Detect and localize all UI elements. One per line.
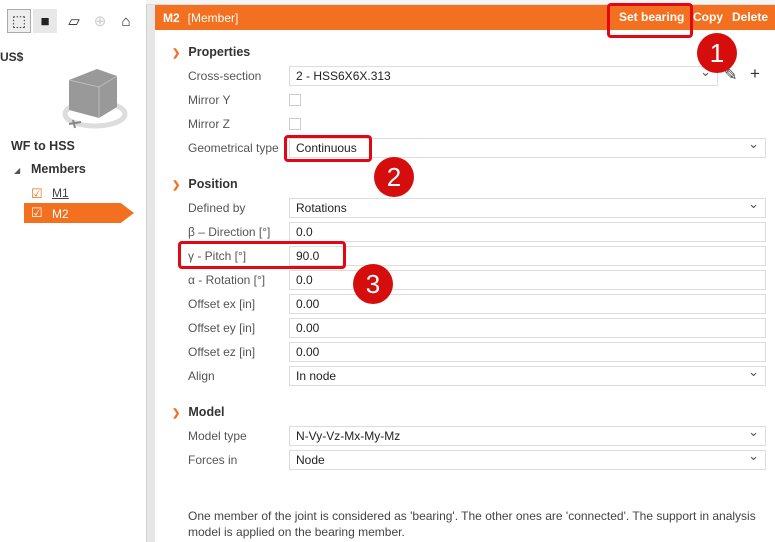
tree-item-m1[interactable]: M1 — [52, 186, 69, 200]
model-type-select[interactable]: N-Vy-Vz-Mx-My-Mz — [289, 424, 766, 446]
view-cube-icon[interactable] — [55, 62, 135, 132]
wireframe-view-icon[interactable]: ⬚ — [7, 9, 31, 33]
beta-input[interactable]: 0.0 — [289, 222, 766, 242]
annotation-badge-2: 2 — [374, 157, 414, 197]
gamma-input[interactable]: 90.0 — [289, 246, 766, 266]
collapse-icon[interactable]: ◢ — [14, 166, 20, 175]
cross-section-select[interactable]: 2 - HSS6X6X.313 — [289, 64, 718, 86]
model-type-label: Model type — [188, 429, 247, 443]
tree-group-members[interactable]: Members — [31, 162, 86, 176]
section-model[interactable]: ❯ Model — [172, 405, 225, 419]
section-properties[interactable]: ❯ Properties — [172, 45, 250, 59]
mirror-z-label: Mirror Z — [188, 117, 230, 131]
delete-button[interactable]: Delete — [732, 5, 768, 30]
defined-by-label: Defined by — [188, 201, 246, 215]
member-view-icon[interactable]: ▱ — [62, 9, 86, 33]
align-select[interactable]: In node — [289, 364, 766, 386]
mirror-y-checkbox[interactable] — [289, 94, 301, 106]
solid-view-icon[interactable]: ■ — [33, 9, 57, 33]
offset-ez-input[interactable]: 0.00 — [289, 342, 766, 362]
axis-rotate-icon[interactable]: ⊕ — [88, 9, 112, 33]
left-panel: ▏ ⬚ ■ ▱ ⊕ ⌂ US$ WF to HSS ◢ Members ☑ M1… — [0, 0, 146, 542]
chevron-down-icon: ❯ — [172, 180, 181, 191]
section-position[interactable]: ❯ Position — [172, 177, 238, 191]
member-title: M2 — [163, 10, 180, 25]
alpha-label: α - Rotation [°] — [188, 273, 266, 287]
annotation-badge-3: 3 — [353, 264, 393, 304]
copy-button[interactable]: Copy — [693, 5, 723, 30]
checkbox-icon[interactable]: ☑ — [31, 186, 43, 202]
forces-in-label: Forces in — [188, 453, 238, 467]
beta-label: β – Direction [°] — [188, 225, 271, 239]
chevron-down-icon: ❯ — [172, 48, 181, 59]
home-icon[interactable]: ⌂ — [114, 9, 138, 33]
annotation-box-set-bearing — [607, 3, 693, 38]
offset-ex-label: Offset ex [in] — [188, 297, 256, 311]
annotation-badge-1: 1 — [697, 33, 737, 73]
annotation-box-geom-type — [284, 135, 372, 162]
panel-splitter[interactable] — [146, 5, 155, 542]
align-label: Align — [188, 369, 215, 383]
project-title: US$ — [0, 50, 24, 64]
geom-type-label: Geometrical type — [188, 141, 279, 155]
cross-section-label: Cross-section — [188, 69, 262, 83]
offset-ez-label: Offset ez [in] — [188, 345, 256, 359]
tree-item-m2[interactable]: M2 — [52, 207, 69, 221]
offset-ey-label: Offset ey [in] — [188, 321, 256, 335]
add-plus-icon[interactable]: + — [750, 64, 760, 84]
annotation-box-pitch — [178, 241, 346, 269]
forces-in-select[interactable]: Node — [289, 448, 766, 470]
checkbox-icon[interactable]: ☑ — [31, 205, 43, 221]
bearing-note: One member of the joint is considered as… — [188, 509, 756, 539]
member-subtitle: [Member] — [187, 10, 239, 25]
tree-root[interactable]: WF to HSS — [11, 139, 75, 153]
mirror-z-checkbox[interactable] — [289, 118, 301, 130]
mirror-y-label: Mirror Y — [188, 93, 231, 107]
chevron-down-icon: ❯ — [172, 408, 181, 419]
offset-ey-input[interactable]: 0.00 — [289, 318, 766, 338]
defined-by-select[interactable]: Rotations — [289, 196, 766, 218]
